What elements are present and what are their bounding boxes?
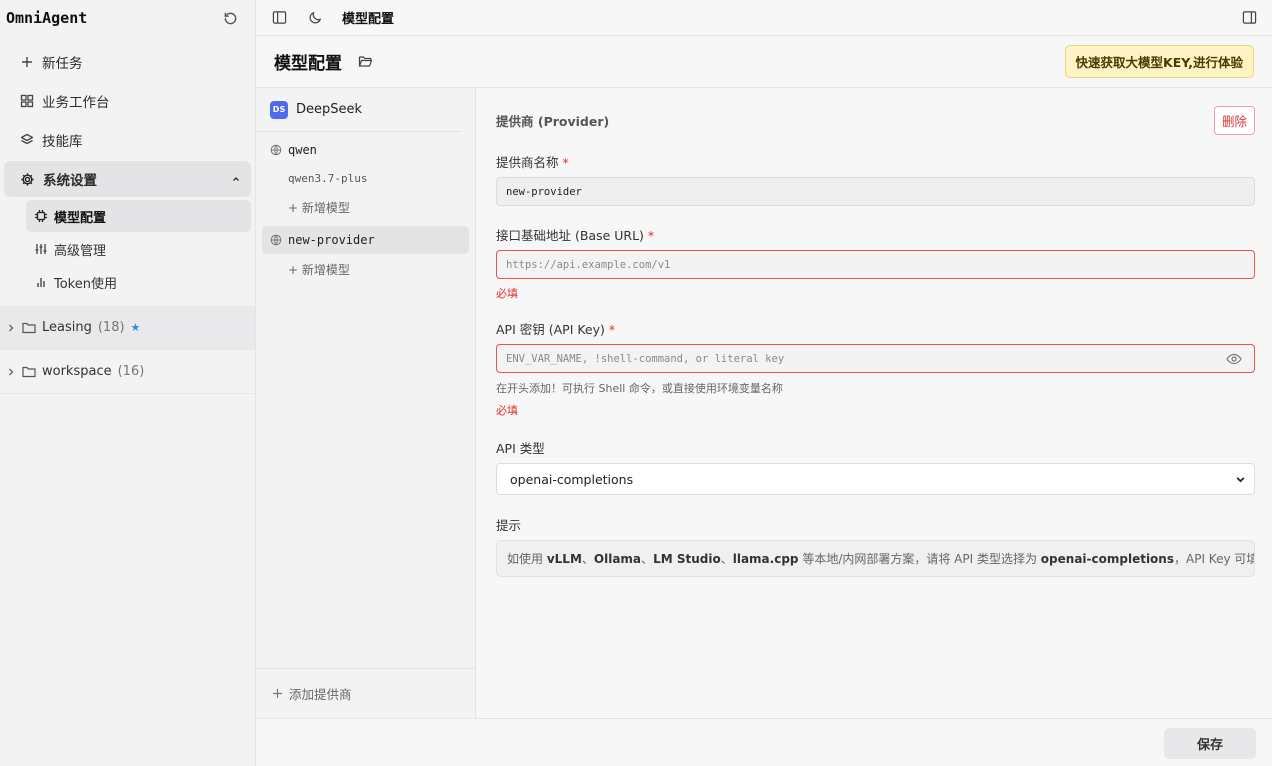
base-url-label: 接口基础地址 (Base URL) *	[496, 225, 1255, 244]
right-panel-toggle-icon[interactable]	[1238, 7, 1260, 29]
provider-item-deepseek[interactable]: DS DeepSeek	[256, 88, 461, 132]
base-url-input[interactable]	[506, 258, 1245, 271]
subnav-item-label: Token使用	[54, 276, 117, 292]
hint-label: 提示	[496, 518, 522, 533]
model-item[interactable]: qwen3.7-plus	[256, 164, 475, 192]
chevron-down-icon	[1235, 474, 1246, 485]
chevron-right-icon	[6, 323, 16, 333]
provider-name-input[interactable]	[506, 185, 1245, 198]
get-model-key-button[interactable]: 快速获取大模型KEY,进行体验	[1064, 45, 1254, 78]
nav-item-workbench[interactable]: 业务工作台	[4, 83, 251, 119]
deepseek-logo-icon: DS	[270, 100, 288, 119]
topbar-title: 模型配置	[342, 12, 395, 27]
page-title: 模型配置	[274, 54, 342, 74]
refresh-icon[interactable]	[219, 7, 241, 29]
nav-item-label: 系统设置	[43, 173, 97, 189]
folder-open-icon[interactable]	[354, 51, 376, 73]
hint-box: 如使用 vLLM、Ollama、LM Studio、llama.cpp 等本地/…	[496, 540, 1255, 577]
provider-name-field[interactable]	[496, 177, 1255, 206]
chip-icon	[34, 209, 48, 223]
workspace-name: Leasing	[42, 320, 92, 335]
page-header: 模型配置 快速获取大模型KEY,进行体验	[256, 36, 1272, 88]
base-url-error: 必填	[496, 287, 518, 300]
provider-list: DS DeepSeek qwen qwen3.7-plus + 新增模型 new…	[256, 88, 476, 718]
bar-chart-icon	[34, 275, 48, 289]
plus-icon	[272, 688, 283, 699]
settings-subnav: 模型配置 高级管理 Token使用	[26, 200, 251, 298]
provider-name: qwen	[288, 143, 317, 157]
provider-name-label: 提供商名称 *	[496, 152, 1255, 171]
subnav-item-advanced[interactable]: 高级管理	[26, 233, 251, 265]
label-text: API 密钥 (API Key)	[496, 322, 605, 337]
eye-icon[interactable]	[1224, 348, 1245, 370]
form-section-header: 提供商 (Provider) 删除	[496, 88, 1255, 152]
nav-item-label: 新任务	[42, 56, 83, 72]
workspace-count: (18)	[97, 320, 125, 335]
main-nav: 新任务 业务工作台 技能库 系统设置	[0, 44, 255, 197]
folder-icon	[22, 321, 36, 334]
form-footer: 保存	[256, 718, 1272, 766]
label-text: 提供商名称	[496, 155, 559, 170]
api-type-value: openai-completions	[510, 471, 634, 487]
hint-text: 如使用 vLLM、Ollama、LM Studio、llama.cpp 等本地/…	[507, 552, 1254, 566]
top-bar: 模型配置	[256, 0, 1272, 36]
folder-icon	[22, 365, 36, 378]
globe-icon	[270, 234, 282, 246]
api-type-label: API 类型	[496, 441, 545, 456]
chevron-right-icon	[6, 367, 16, 377]
add-provider-button[interactable]: 添加提供商	[256, 668, 475, 718]
chevron-up-icon	[231, 174, 241, 184]
globe-icon	[270, 144, 282, 156]
subnav-item-token-usage[interactable]: Token使用	[26, 266, 251, 298]
plus-icon	[20, 55, 34, 69]
nav-item-label: 业务工作台	[42, 95, 110, 111]
required-mark: *	[562, 155, 569, 170]
workspace-item-leasing[interactable]: Leasing (18) ★	[0, 306, 255, 350]
api-key-error: 必填	[496, 404, 518, 417]
subnav-item-label: 高级管理	[54, 243, 107, 259]
workspace-count: (16)	[117, 364, 145, 379]
provider-form: 提供商 (Provider) 删除 提供商名称 * 接口基础地址 (Base U…	[476, 88, 1272, 718]
gear-icon	[20, 172, 35, 187]
workspace-name: workspace	[42, 364, 112, 379]
grid-icon	[20, 94, 34, 108]
subnav-item-model-config[interactable]: 模型配置	[26, 200, 251, 232]
label-text: 接口基础地址 (Base URL)	[496, 228, 644, 243]
sidebar-toggle-icon[interactable]	[268, 7, 290, 29]
api-key-label: API 密钥 (API Key) *	[496, 319, 1255, 338]
nav-item-new-task[interactable]: 新任务	[4, 44, 251, 80]
nav-item-skills[interactable]: 技能库	[4, 122, 251, 158]
nav-item-label: 技能库	[42, 134, 83, 150]
subnav-item-label: 模型配置	[54, 210, 107, 226]
api-type-select[interactable]: openai-completions	[496, 463, 1255, 495]
sidebar: OmniAgent 新任务 业务工作台 技能库 系统设置 模型配置 高级管理 T…	[0, 0, 256, 766]
api-key-field[interactable]	[496, 344, 1255, 373]
save-button[interactable]: 保存	[1164, 728, 1256, 759]
workspace-item-workspace[interactable]: workspace (16)	[0, 350, 255, 394]
delete-button[interactable]: 删除	[1213, 105, 1255, 135]
layers-icon	[20, 133, 34, 147]
star-icon: ★	[130, 321, 141, 334]
required-mark: *	[647, 228, 655, 243]
moon-icon[interactable]	[304, 7, 326, 29]
add-provider-label: 添加提供商	[289, 687, 352, 702]
required-mark: *	[608, 322, 616, 337]
add-model-button[interactable]: + 新增模型	[256, 254, 475, 284]
provider-item-new-provider[interactable]: new-provider	[262, 226, 469, 254]
provider-name: DeepSeek	[296, 102, 363, 117]
provider-name: new-provider	[288, 233, 375, 247]
section-title: 提供商 (Provider)	[496, 113, 610, 129]
add-model-button[interactable]: + 新增模型	[256, 192, 475, 222]
api-key-input[interactable]	[506, 352, 1224, 365]
api-key-help: 在开头添加！可执行 Shell 命令，或直接使用环境变量名称	[496, 382, 783, 395]
app-name: OmniAgent	[6, 9, 88, 27]
base-url-field[interactable]	[496, 250, 1255, 279]
brand-row: OmniAgent	[0, 0, 255, 36]
sliders-icon	[34, 242, 48, 256]
provider-item-qwen[interactable]: qwen	[262, 136, 469, 164]
nav-item-system-settings[interactable]: 系统设置	[4, 161, 251, 197]
